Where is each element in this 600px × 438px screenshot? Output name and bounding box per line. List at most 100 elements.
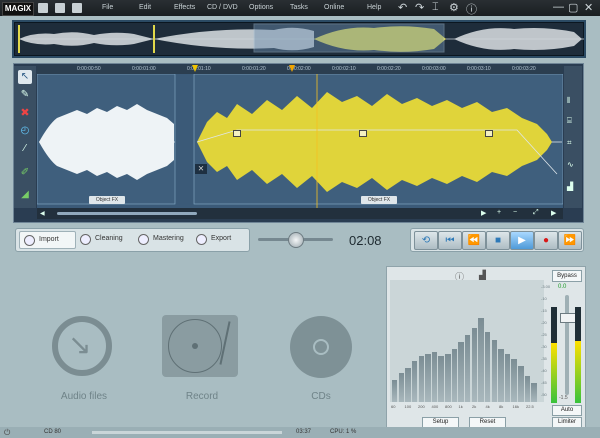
scroll-thumb[interactable] <box>57 212 197 215</box>
menu-cd-dvd[interactable]: CD / DVD <box>207 4 238 11</box>
split-icon[interactable]: ⌸ <box>567 116 572 126</box>
menu-options[interactable]: Options <box>249 4 273 11</box>
tab-mastering[interactable]: Mastering <box>134 231 190 247</box>
spectrum-bar <box>471 327 478 402</box>
curve-icon[interactable]: ∿ <box>567 160 574 169</box>
crossfade-icon[interactable]: ⨯ <box>195 164 207 174</box>
scale-label: -45 <box>541 380 547 385</box>
freq-label: 200 <box>418 404 425 409</box>
mode-tabs: Import Cleaning Mastering Export <box>15 228 250 252</box>
cd-capacity-bar <box>92 431 282 434</box>
delete-tool-icon[interactable]: ✖ <box>18 106 32 120</box>
menu-tasks[interactable]: Tasks <box>290 4 308 11</box>
loop-region-icon[interactable]: ⌗ <box>567 138 572 148</box>
spectrum-bar <box>425 354 431 402</box>
play-small-icon[interactable]: ▶ <box>481 209 486 217</box>
settings-icon[interactable]: ⚙ <box>449 1 459 14</box>
maximize-icon[interactable]: ▢ <box>568 1 578 14</box>
envelope-point[interactable] <box>233 130 241 137</box>
tool-palette: ↖ ✎ ✖ ◴ ⁄ ✐ ◢ <box>14 66 36 208</box>
loop-button[interactable]: ⟲ <box>414 231 438 250</box>
play-button[interactable]: ▶ <box>510 231 534 250</box>
spectrum-bar <box>405 368 411 402</box>
turntable-icon[interactable] <box>162 315 238 377</box>
pointer-tool-icon[interactable]: ↖ <box>18 70 32 84</box>
freq-label: 100 <box>404 404 412 409</box>
audio-track[interactable]: ⨯ Object FX Object FX <box>37 74 563 208</box>
zoom-in-icon[interactable]: + <box>497 209 501 216</box>
pencil-tool-icon[interactable]: ✎ <box>18 88 32 102</box>
stop-button[interactable]: ■ <box>486 231 510 250</box>
status-power-icon[interactable]: ⏻ <box>4 428 10 438</box>
fit-icon[interactable]: ⤢ <box>533 209 539 217</box>
spectrum-graph: -3.00 -10 -15 -20 -25 -30 -35 -40 -45 -50 <box>390 280 550 402</box>
spectrum-bar <box>518 366 524 402</box>
envelope-point[interactable] <box>359 130 367 137</box>
gain-slider[interactable] <box>565 295 569 395</box>
audio-files-icon[interactable]: ↘ <box>52 316 112 376</box>
scale-label: -30 <box>541 344 547 349</box>
gain-value: 0.0 <box>558 284 567 290</box>
transport-controls: ⟲ ⏮ ⏪ ■ ▶ ● ⏩ <box>410 228 584 252</box>
cleaning-icon <box>80 234 91 245</box>
volume-knob[interactable] <box>288 232 304 248</box>
close-icon[interactable]: ✕ <box>584 1 593 14</box>
record-label[interactable]: Record <box>152 391 252 402</box>
zoom-vertical-icon[interactable]: ⫴ <box>567 96 570 106</box>
bypass-button[interactable]: Bypass <box>552 270 582 282</box>
minimize-icon[interactable]: — <box>553 1 564 13</box>
tab-import[interactable]: Import <box>19 231 76 249</box>
tab-export[interactable]: Export <box>192 231 246 247</box>
marker-icon[interactable]: ⌶ <box>432 1 439 14</box>
cds-label[interactable]: CDs <box>271 391 371 402</box>
menu-edit[interactable]: Edit <box>139 4 151 11</box>
clock-tool-icon[interactable]: ◴ <box>18 124 32 138</box>
export-icon <box>196 234 207 245</box>
spectrum-bar <box>418 356 424 402</box>
overview-waveform[interactable] <box>12 20 586 58</box>
go-start-button[interactable]: ⏮ <box>438 231 462 250</box>
time-ruler[interactable]: 0:00:00:50 0:00:01:00 0:00:01:10 0:00:01… <box>37 65 563 74</box>
redo-icon[interactable]: ↷ <box>415 1 424 14</box>
ruler-tick: 0:00:01:20 <box>242 66 266 72</box>
fast-forward-button[interactable]: ⏩ <box>558 231 582 250</box>
cd-icon[interactable] <box>290 316 352 378</box>
gain-bottom-value: -1.5 <box>559 395 568 401</box>
menu-help[interactable]: Help <box>367 4 381 11</box>
right-tool-strip: ⫴ ⌸ ⌗ ∿ ▟ <box>564 66 582 208</box>
ruler-tick: 0:00:01:00 <box>132 66 156 72</box>
brush-tool-icon[interactable]: ⁄ <box>18 142 32 156</box>
menu-file[interactable]: File <box>102 4 113 11</box>
gain-knob[interactable] <box>560 313 576 323</box>
ruler-tick: 0:00:02:20 <box>377 66 401 72</box>
envelope-tool-icon[interactable]: ◢ <box>18 188 32 202</box>
draw-tool-icon[interactable]: ✐ <box>18 166 32 180</box>
tab-label: Mastering <box>153 235 184 242</box>
save-icon[interactable] <box>72 3 82 13</box>
playback-time: 02:08 <box>349 233 382 248</box>
zoom-out-icon[interactable]: − <box>513 209 517 216</box>
spectrum-icon[interactable]: ▟ <box>567 182 573 191</box>
horizontal-scrollbar[interactable]: ◀ ▶ + − ⤢ ▶ <box>37 208 563 219</box>
object-fx-button[interactable]: Object FX <box>361 196 397 204</box>
audio-files-label[interactable]: Audio files <box>34 391 134 402</box>
menu-effects[interactable]: Effects <box>174 4 195 11</box>
scale-label: -40 <box>541 368 547 373</box>
freq-label: 2k <box>472 404 477 409</box>
auto-button[interactable]: Auto <box>552 405 582 416</box>
open-folder-icon[interactable] <box>55 3 65 13</box>
envelope-point[interactable] <box>485 130 493 137</box>
scroll-left-icon[interactable]: ◀ <box>40 210 45 217</box>
object-fx-button[interactable]: Object FX <box>89 196 125 204</box>
undo-icon[interactable]: ↶ <box>398 1 407 14</box>
tab-cleaning[interactable]: Cleaning <box>76 231 132 247</box>
scroll-right-icon[interactable]: ▶ <box>551 209 556 217</box>
status-bar: ⏻ CD 80 03:37 CPU: 1 % <box>0 427 600 438</box>
info-icon[interactable]: ⓘ <box>466 1 477 17</box>
right-level-meter <box>575 307 581 403</box>
menu-online[interactable]: Online <box>324 4 344 11</box>
ruler-tick: 0:00:01:10 <box>187 66 211 72</box>
new-file-icon[interactable] <box>38 3 48 13</box>
rewind-button[interactable]: ⏪ <box>462 231 486 250</box>
record-button[interactable]: ● <box>534 231 558 250</box>
